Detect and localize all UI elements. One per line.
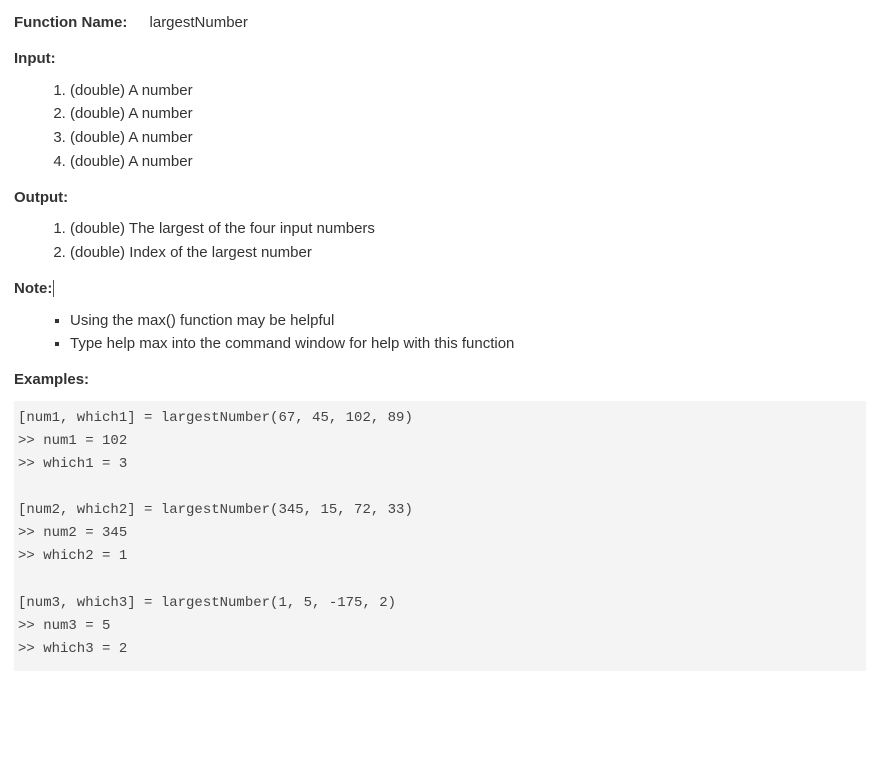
output-heading: Output: xyxy=(14,187,866,209)
note-item: Using the max() function may be helpful xyxy=(70,310,866,332)
note-item: Type help max into the command window fo… xyxy=(70,333,866,355)
examples-heading: Examples: xyxy=(14,369,866,391)
note-list: Using the max() function may be helpful … xyxy=(14,310,866,356)
input-item: (double) A number xyxy=(70,127,866,149)
input-item: (double) A number xyxy=(70,151,866,173)
text-cursor-icon xyxy=(53,280,54,297)
input-list: (double) A number (double) A number (dou… xyxy=(14,80,866,173)
input-heading: Input: xyxy=(14,48,866,70)
note-heading: Note: xyxy=(14,278,866,300)
output-item: (double) The largest of the four input n… xyxy=(70,218,866,240)
output-item: (double) Index of the largest number xyxy=(70,242,866,264)
output-list: (double) The largest of the four input n… xyxy=(14,218,866,264)
note-label: Note: xyxy=(14,280,52,297)
function-name-value: largestNumber xyxy=(150,12,248,34)
input-item: (double) A number xyxy=(70,80,866,102)
function-name-row: Function Name: largestNumber xyxy=(14,12,866,34)
input-item: (double) A number xyxy=(70,103,866,125)
examples-code-block: [num1, which1] = largestNumber(67, 45, 1… xyxy=(14,401,866,671)
function-name-label: Function Name: xyxy=(14,12,127,34)
